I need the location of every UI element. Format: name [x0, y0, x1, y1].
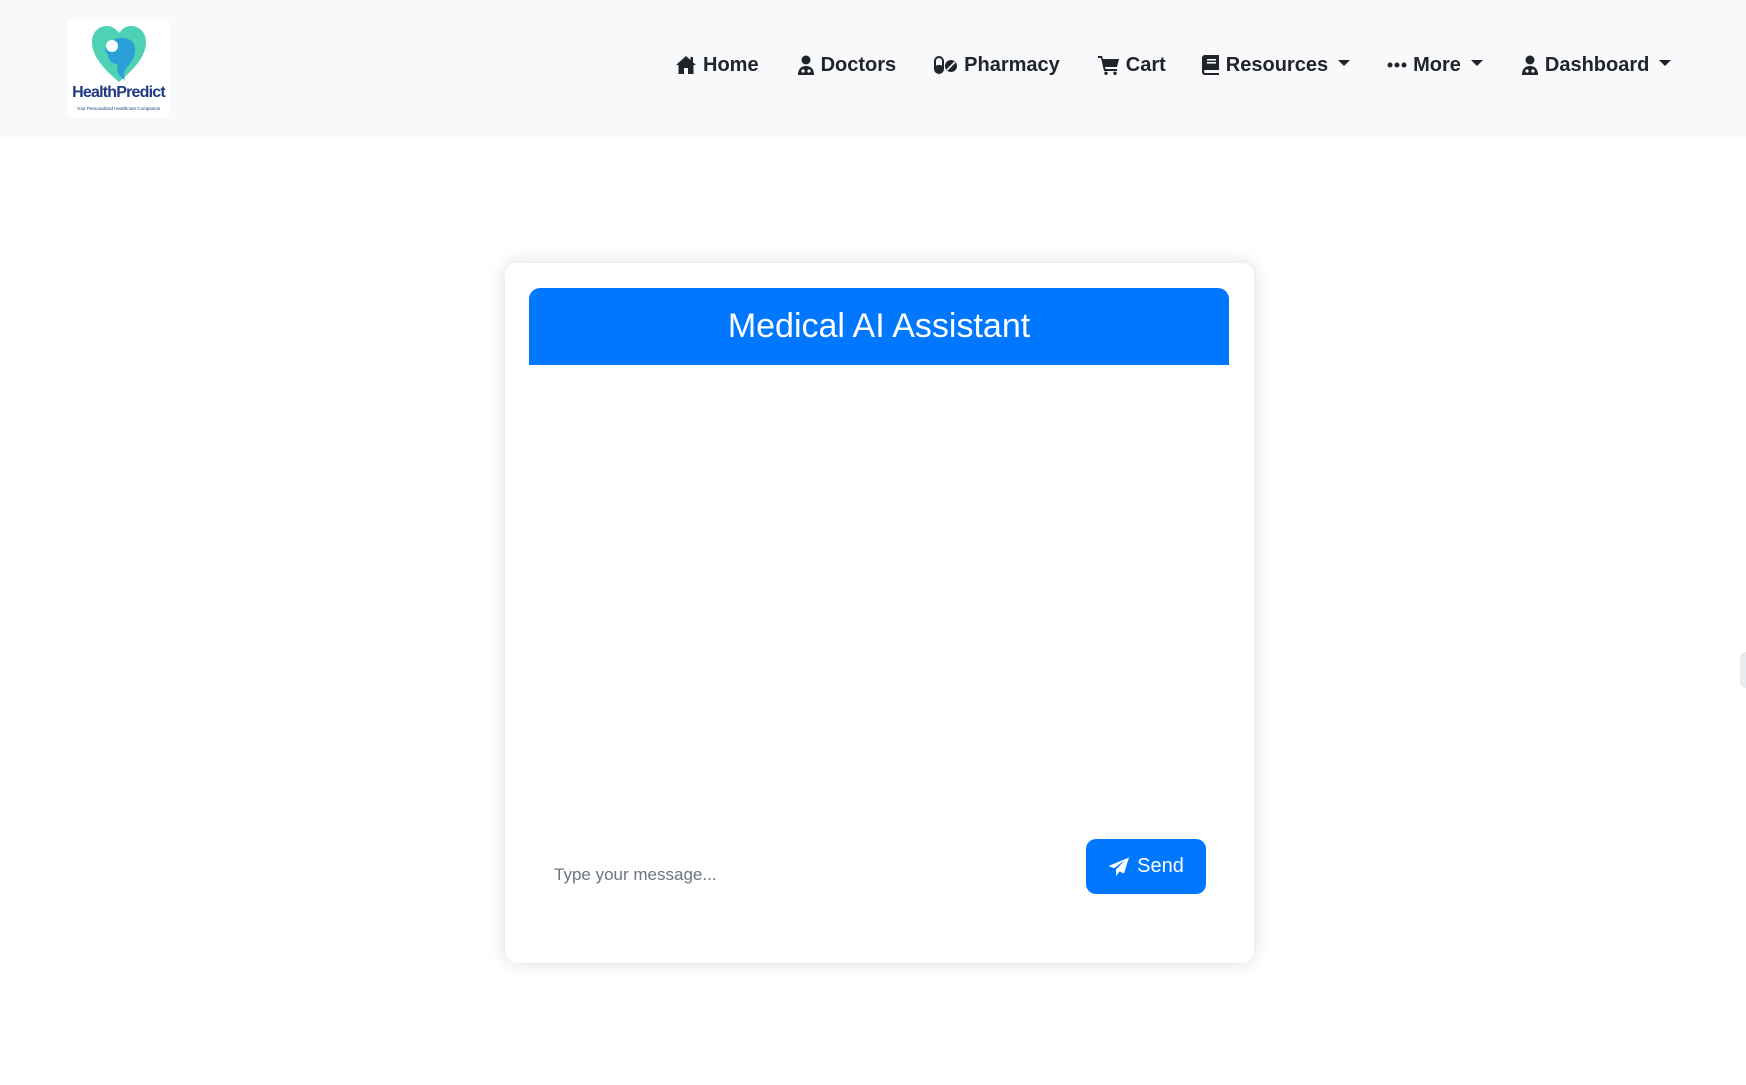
- send-button[interactable]: Send: [1086, 839, 1206, 894]
- side-feedback-tab[interactable]: [1740, 652, 1746, 688]
- paper-plane-icon: [1108, 857, 1130, 876]
- brand-name: HealthPredict: [72, 84, 166, 101]
- nav-home-label: Home: [703, 53, 759, 76]
- heart-logo-icon: [92, 26, 146, 82]
- ellipsis-icon: [1387, 62, 1407, 68]
- nav-doctors-label: Doctors: [820, 53, 897, 76]
- nav-resources-label: Resources: [1225, 53, 1329, 76]
- main-nav: Home Doctors Pharmacy Cart Resources Mor…: [675, 50, 1672, 80]
- nav-dashboard-label: Dashboard: [1544, 53, 1650, 76]
- chat-header: Medical AI Assistant: [529, 288, 1229, 365]
- nav-more[interactable]: More: [1387, 50, 1483, 80]
- pills-icon: [934, 56, 958, 74]
- chevron-down-icon: [1470, 60, 1483, 66]
- send-button-label: Send: [1137, 855, 1184, 877]
- chat-messages: [529, 365, 1229, 1085]
- chat-title: Medical AI Assistant: [727, 307, 1031, 345]
- nav-doctors[interactable]: Doctors: [797, 50, 897, 80]
- nav-dashboard[interactable]: Dashboard: [1521, 50, 1672, 80]
- doctor-icon: [1521, 55, 1538, 75]
- chevron-down-icon: [1659, 60, 1672, 66]
- brand-logo[interactable]: HealthPredict Your Personalized Healthca…: [68, 20, 169, 118]
- nav-home[interactable]: Home: [675, 50, 759, 80]
- nav-pharmacy[interactable]: Pharmacy: [934, 50, 1060, 80]
- doctor-icon: [797, 55, 814, 75]
- nav-more-label: More: [1413, 53, 1461, 76]
- nav-resources[interactable]: Resources: [1201, 50, 1351, 80]
- chevron-down-icon: [1338, 60, 1351, 66]
- cart-icon: [1097, 56, 1119, 75]
- book-icon: [1201, 55, 1219, 75]
- home-icon: [676, 56, 696, 74]
- chat-card: Medical AI Assistant Send: [505, 263, 1254, 963]
- message-input[interactable]: [534, 853, 1054, 897]
- brand-tagline: Your Personalized Healthcare Companion: [76, 106, 161, 111]
- navbar: HealthPredict Your Personalized Healthca…: [0, 0, 1746, 137]
- nav-pharmacy-label: Pharmacy: [964, 53, 1060, 76]
- nav-cart[interactable]: Cart: [1097, 50, 1166, 80]
- nav-cart-label: Cart: [1125, 53, 1166, 76]
